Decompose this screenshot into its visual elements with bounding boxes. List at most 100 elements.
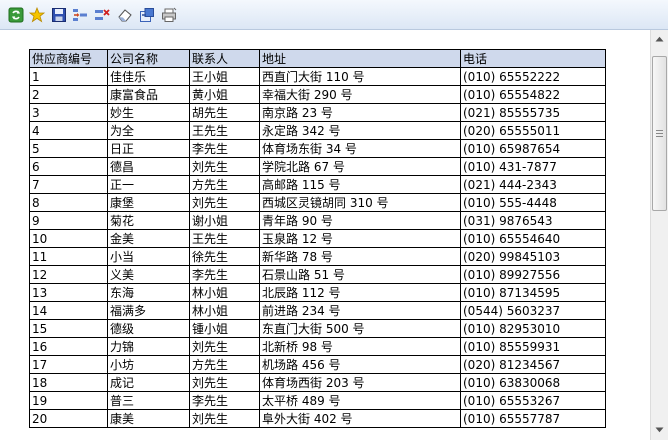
cell-supplier-id: 12 xyxy=(29,265,108,284)
cell-address: 北新桥 98 号 xyxy=(259,337,461,356)
table-row: 20 康美 刘先生 阜外大街 402 号 (010) 65557787 xyxy=(29,409,606,428)
insert-row-button[interactable] xyxy=(71,6,89,24)
cell-address: 体育场东街 34 号 xyxy=(259,139,461,158)
clear-button[interactable] xyxy=(116,6,134,24)
export-button[interactable] xyxy=(138,6,156,24)
cell-supplier-id: 10 xyxy=(29,229,108,248)
cell-contact: 谢小姐 xyxy=(189,211,260,230)
cell-address: 东直门大街 500 号 xyxy=(259,319,461,338)
cell-contact: 林小姐 xyxy=(189,301,260,320)
table-row: 6 德昌 刘先生 学院北路 67 号 (010) 431-7877 xyxy=(29,157,606,176)
cell-phone: (020) 65555011 xyxy=(460,121,606,140)
cell-phone: (031) 9876543 xyxy=(460,211,606,230)
cell-contact: 锺小姐 xyxy=(189,319,260,338)
cell-phone: (010) 89927556 xyxy=(460,265,606,284)
report-toolbar xyxy=(0,0,668,30)
cell-company-name: 为全 xyxy=(107,121,190,140)
table-row: 18 成记 刘先生 体育场西街 203 号 (010) 63830068 xyxy=(29,373,606,392)
cell-contact: 刘先生 xyxy=(189,409,260,428)
cell-supplier-id: 17 xyxy=(29,355,108,374)
cell-address: 青年路 90 号 xyxy=(259,211,461,230)
cell-contact: 李先生 xyxy=(189,265,260,284)
insert-row-icon xyxy=(73,9,87,21)
cell-phone: (010) 65557787 xyxy=(460,409,606,428)
cell-phone: (020) 99845103 xyxy=(460,247,606,266)
cell-contact: 王小姐 xyxy=(189,67,260,86)
save-button[interactable] xyxy=(50,6,68,24)
table-row: 7 正一 方先生 高邮路 115 号 (021) 444-2343 xyxy=(29,175,606,194)
report-viewport: 供应商编号 公司名称 联系人 地址 电话 1 佳佳乐 王小姐 西直门大街 110 号(… xyxy=(0,30,650,440)
delete-row-button[interactable] xyxy=(93,6,111,24)
cell-company-name: 康堡 xyxy=(107,193,190,212)
cell-address: 南京路 23 号 xyxy=(259,103,461,122)
cell-phone: (010) 65987654 xyxy=(460,139,606,158)
cell-company-name: 康富食品 xyxy=(107,85,190,104)
cell-contact: 方先生 xyxy=(189,175,260,194)
cell-company-name: 菊花 xyxy=(107,211,190,230)
cell-supplier-id: 6 xyxy=(29,157,108,176)
cell-supplier-id: 3 xyxy=(29,103,108,122)
cell-supplier-id: 1 xyxy=(29,67,108,86)
scroll-down-button[interactable] xyxy=(652,422,667,438)
supplier-table: 供应商编号 公司名称 联系人 地址 电话 1 佳佳乐 王小姐 西直门大街 110 号(… xyxy=(29,49,606,428)
cell-address: 石景山路 51 号 xyxy=(259,265,461,284)
cell-supplier-id: 20 xyxy=(29,409,108,428)
printer-icon xyxy=(162,7,177,22)
favorite-button[interactable] xyxy=(28,6,46,24)
cell-address: 西直门大街 110 号 xyxy=(259,67,461,86)
print-button[interactable] xyxy=(160,6,178,24)
table-row: 2 康富食品 黄小姐 幸福大街 290 号 (010) 65554822 xyxy=(29,85,606,104)
cell-address: 新华路 78 号 xyxy=(259,247,461,266)
cell-company-name: 小坊 xyxy=(107,355,190,374)
cell-contact: 李先生 xyxy=(189,391,260,410)
table-row: 13 东海 林小姐 北辰路 112 号 (010) 87134595 xyxy=(29,283,606,302)
table-row: 3 妙生 胡先生 南京路 23 号 (021) 85555735 xyxy=(29,103,606,122)
cell-phone: (010) 65552222 xyxy=(460,67,606,86)
cell-contact: 李先生 xyxy=(189,139,260,158)
table-row: 16 力锦 刘先生 北新桥 98 号 (010) 85559931 xyxy=(29,337,606,356)
cell-supplier-id: 9 xyxy=(29,211,108,230)
cell-supplier-id: 7 xyxy=(29,175,108,194)
cell-phone: (010) 65554822 xyxy=(460,85,606,104)
cell-address: 太平桥 489 号 xyxy=(259,391,461,410)
cell-company-name: 日正 xyxy=(107,139,190,158)
cell-company-name: 福满多 xyxy=(107,301,190,320)
cell-phone: (010) 82953010 xyxy=(460,319,606,338)
cell-contact: 王先生 xyxy=(189,229,260,248)
cell-contact: 胡先生 xyxy=(189,103,260,122)
cell-supplier-id: 18 xyxy=(29,373,108,392)
cell-address: 体育场西街 203 号 xyxy=(259,373,461,392)
cell-address: 永定路 342 号 xyxy=(259,121,461,140)
cell-contact: 刘先生 xyxy=(189,193,260,212)
cell-contact: 黄小姐 xyxy=(189,85,260,104)
scroll-up-button[interactable] xyxy=(652,31,667,47)
scroll-up-arrow-icon xyxy=(655,36,664,42)
vertical-scrollbar[interactable] xyxy=(650,30,668,440)
eraser-icon xyxy=(118,9,132,22)
cell-company-name: 康美 xyxy=(107,409,190,428)
cell-supplier-id: 14 xyxy=(29,301,108,320)
cell-address: 机场路 456 号 xyxy=(259,355,461,374)
refresh-button[interactable] xyxy=(7,6,25,24)
cell-phone: (010) 65553267 xyxy=(460,391,606,410)
cell-contact: 刘先生 xyxy=(189,157,260,176)
scrollbar-thumb[interactable] xyxy=(652,56,667,211)
star-icon xyxy=(29,7,45,23)
cell-contact: 方先生 xyxy=(189,355,260,374)
cell-phone: (010) 431-7877 xyxy=(460,157,606,176)
cell-address: 玉泉路 12 号 xyxy=(259,229,461,248)
cell-contact: 刘先生 xyxy=(189,373,260,392)
table-row: 8 康堡 刘先生 西城区灵镜胡同 310 号 (010) 555-4448 xyxy=(29,193,606,212)
cell-phone: (020) 81234567 xyxy=(460,355,606,374)
cell-company-name: 佳佳乐 xyxy=(107,67,190,86)
cell-supplier-id: 19 xyxy=(29,391,108,410)
table-row: 4 为全 王先生 永定路 342 号 (020) 65555011 xyxy=(29,121,606,140)
cell-address: 高邮路 115 号 xyxy=(259,175,461,194)
table-row: 12 义美 李先生 石景山路 51 号 (010) 89927556 xyxy=(29,265,606,284)
cell-address: 幸福大街 290 号 xyxy=(259,85,461,104)
cell-company-name: 德级 xyxy=(107,319,190,338)
cell-supplier-id: 2 xyxy=(29,85,108,104)
cell-company-name: 正一 xyxy=(107,175,190,194)
cell-supplier-id: 13 xyxy=(29,283,108,302)
scroll-down-arrow-icon xyxy=(655,427,664,433)
